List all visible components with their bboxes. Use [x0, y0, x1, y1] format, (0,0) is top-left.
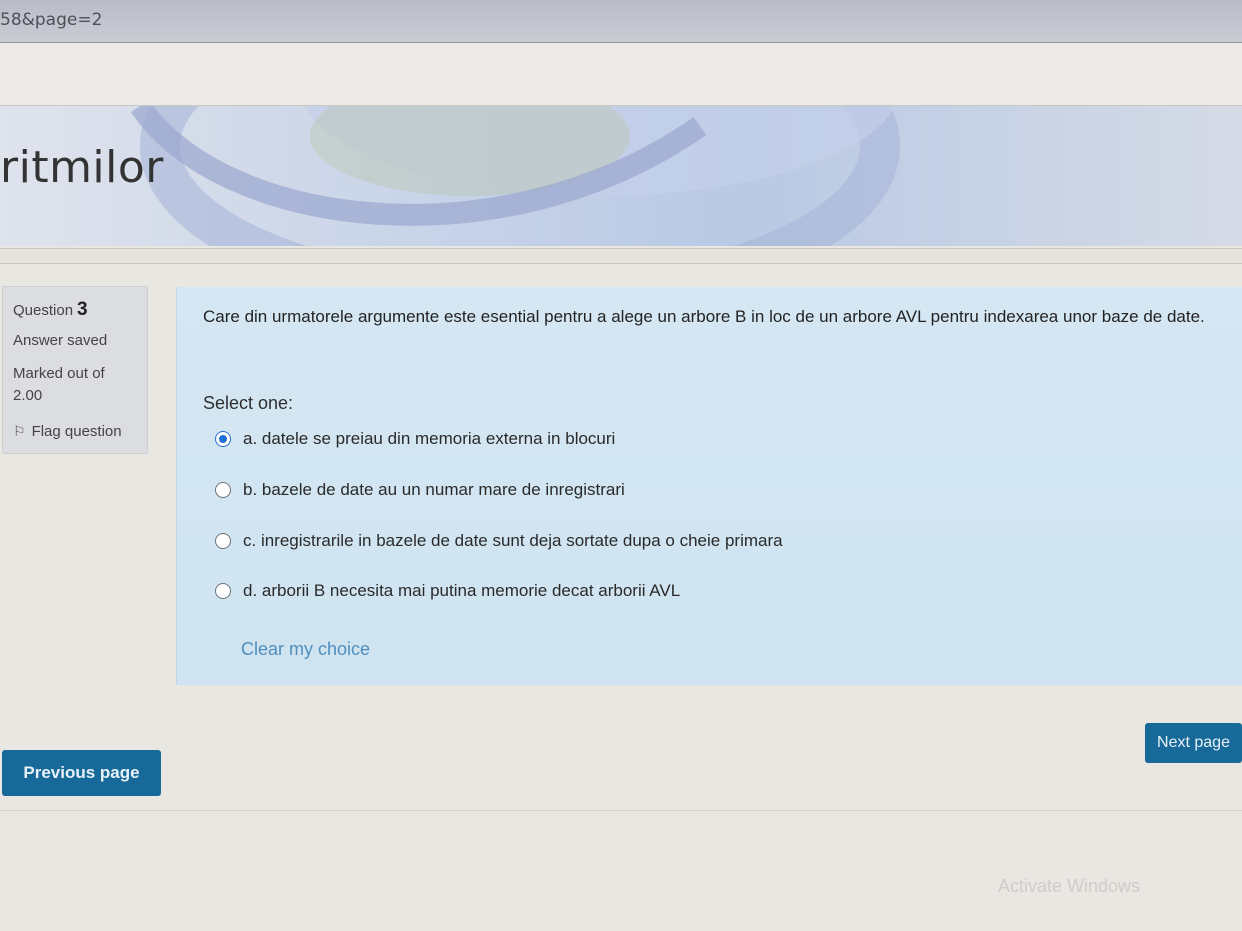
question-state: Answer saved — [13, 332, 108, 349]
flag-question-label[interactable]: Flag question — [32, 423, 122, 440]
url-text[interactable]: 58&page=2 — [0, 10, 102, 30]
question-content: Care din urmatorele argumente este esent… — [176, 287, 1242, 685]
radio-d[interactable] — [215, 583, 231, 599]
page-header-strip — [0, 43, 1242, 106]
question-number-label: Question 3 — [13, 299, 88, 321]
flag-icon[interactable]: ⚐ — [13, 423, 26, 439]
clear-choice-link[interactable]: Clear my choice — [241, 639, 370, 660]
answer-option-b[interactable]: b. bazele de date au un numar mare de in… — [215, 480, 625, 500]
next-page-button[interactable]: Next page — [1145, 723, 1242, 763]
radio-b[interactable] — [215, 482, 231, 498]
question-label: Question — [13, 302, 74, 319]
banner-decoration — [130, 106, 900, 246]
question-info-panel: Question 3 Answer saved Marked out of 2.0… — [2, 286, 148, 454]
radio-c[interactable] — [215, 533, 231, 549]
browser-address-bar[interactable]: 58&page=2 — [0, 0, 1242, 43]
answer-option-a[interactable]: a. datele se preiau din memoria externa … — [215, 429, 615, 449]
flag-question-link[interactable]: ⚐ Flag question — [13, 423, 122, 440]
course-title: ritmilor — [0, 142, 164, 193]
footer-divider — [0, 810, 1242, 811]
question-number: 3 — [77, 299, 88, 320]
answer-option-b-label[interactable]: b. bazele de date au un numar mare de in… — [243, 480, 625, 500]
answer-option-c[interactable]: c. inregistrarile in bazele de date sunt… — [215, 531, 783, 551]
answer-option-c-label[interactable]: c. inregistrarile in bazele de date sunt… — [243, 531, 783, 551]
marked-out-of-label: Marked out of — [13, 365, 105, 382]
previous-page-button[interactable]: Previous page — [2, 750, 161, 796]
select-one-prompt: Select one: — [203, 393, 294, 413]
course-banner: ritmilor — [0, 106, 1242, 246]
question-text: Care din urmatorele argumente este esent… — [203, 307, 1205, 326]
answer-option-d[interactable]: d. arborii B necesita mai putina memorie… — [215, 581, 680, 601]
answer-option-d-label[interactable]: d. arborii B necesita mai putina memorie… — [243, 581, 680, 601]
windows-watermark: Activate Windows — [998, 876, 1141, 896]
answer-option-a-label[interactable]: a. datele se preiau din memoria externa … — [243, 429, 615, 449]
marked-out-of-value: 2.00 — [13, 387, 43, 404]
separator — [0, 248, 1242, 264]
radio-a[interactable] — [215, 431, 231, 447]
